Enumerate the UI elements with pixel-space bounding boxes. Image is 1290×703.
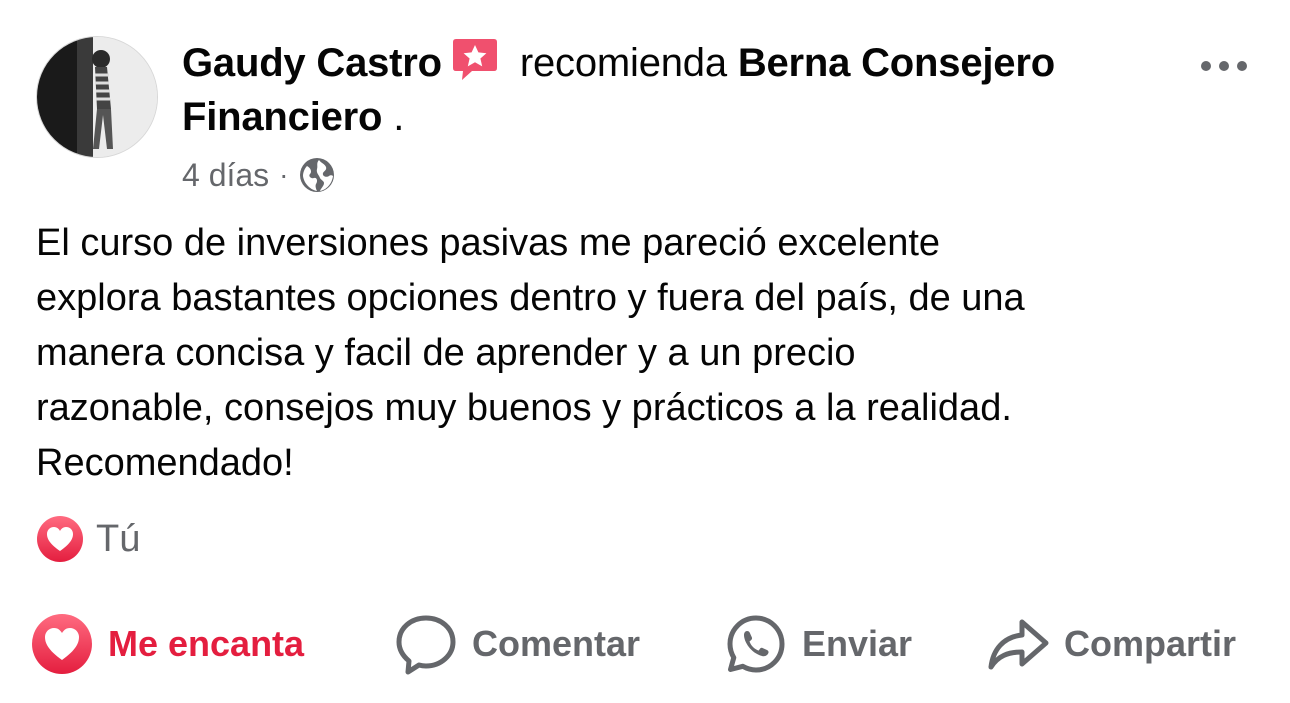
- reactions-summary[interactable]: Tú: [36, 514, 140, 564]
- recommend-star-icon: [450, 34, 500, 84]
- meta-separator: ·: [279, 159, 289, 190]
- send-label: Enviar: [802, 623, 913, 664]
- action-bar: Me encanta Comentar Enviar Compartir: [0, 604, 1290, 684]
- page-name-suffix: .: [382, 95, 405, 139]
- avatar[interactable]: [36, 36, 158, 158]
- whatsapp-icon: [727, 615, 785, 673]
- love-label: Me encanta: [108, 623, 305, 664]
- post-body: El curso de inversiones pasivas me parec…: [36, 222, 1025, 484]
- heart-icon: [32, 614, 92, 674]
- more-options-button[interactable]: [1196, 48, 1252, 84]
- share-arrow-icon: [988, 619, 1049, 670]
- heart-reaction-icon: [37, 516, 83, 562]
- comment-bubble-icon: [396, 615, 456, 675]
- comment-button[interactable]: Comentar: [394, 604, 640, 684]
- reaction-by-label: Tú: [96, 517, 141, 560]
- send-button[interactable]: Enviar: [724, 604, 912, 684]
- comment-label: Comentar: [472, 623, 641, 664]
- recommend-text: recomienda: [519, 41, 727, 85]
- globe-icon: [299, 158, 334, 192]
- love-button[interactable]: Me encanta: [30, 604, 304, 684]
- author-name[interactable]: Gaudy Castro: [182, 41, 442, 85]
- profile-photo: [37, 37, 157, 157]
- share-button[interactable]: Compartir: [986, 604, 1236, 684]
- post-timestamp[interactable]: 4 días: [182, 157, 269, 194]
- share-label: Compartir: [1064, 623, 1237, 664]
- post-meta: 4 días ·: [182, 150, 335, 200]
- more-dots-icon: [1201, 61, 1247, 71]
- post-header: Gaudy Castro recomienda Berna Consejero …: [182, 34, 1192, 144]
